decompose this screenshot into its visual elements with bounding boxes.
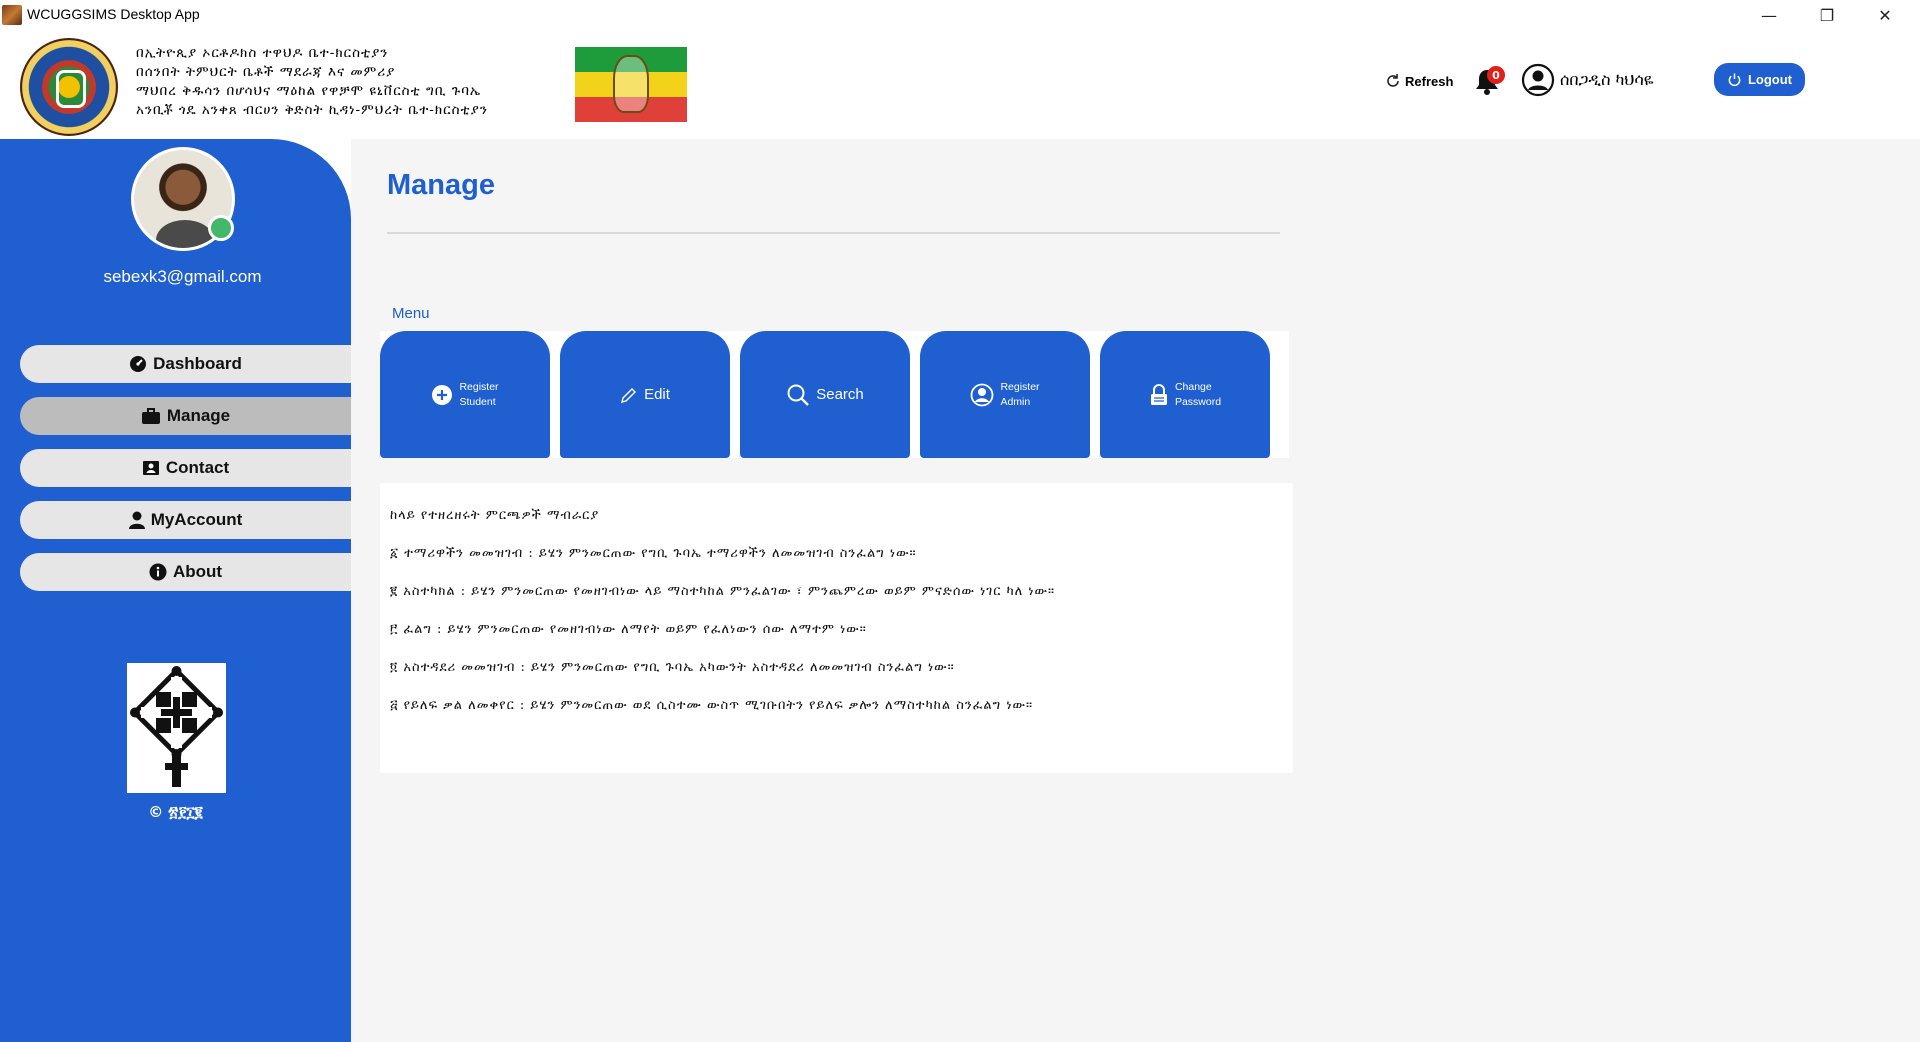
- window-title-bar: WCUGGSIMS Desktop App — ❐ ✕: [0, 0, 1920, 30]
- minimize-button[interactable]: —: [1740, 0, 1798, 30]
- user-name: ሰበጋዲስ ካህሳዬ: [1560, 70, 1654, 89]
- nav-dashboard[interactable]: Dashboard: [20, 345, 351, 383]
- title-divider: [387, 232, 1280, 234]
- plus-circle-icon: [432, 384, 453, 405]
- info-icon: [149, 563, 167, 581]
- dashboard-icon: [130, 356, 147, 372]
- logout-label: Logout: [1747, 72, 1793, 87]
- search-tile[interactable]: Search: [740, 331, 910, 458]
- org-line: አንቢቾ ጎዴ አንቀጸ ብርሀን ቅድስት ኪዳነ-ምህረት ቤተ-ክርስቲያ…: [136, 102, 488, 118]
- briefcase-icon: [141, 407, 160, 424]
- tile-label: Change: [1174, 380, 1212, 393]
- sidebar: sebexk3@gmail.com Dashboard Manage Conta…: [0, 139, 351, 1042]
- user-circle-icon: [971, 383, 994, 406]
- nav-label: About: [172, 562, 223, 581]
- contact-card-icon: [142, 461, 159, 475]
- nav-label: Dashboard: [153, 354, 242, 373]
- nav-label: Manage: [166, 406, 231, 425]
- organization-name: በኢትዮጲያ ኦርቶዶክስ ተዋህዶ ቤተ-ክርስቲያን በሰንበት ትምህርት…: [136, 44, 488, 120]
- menu-description-panel: ከላይ የተዘረዘሩት ምርጫዎች ማብራርያ ፩ ተማሪዋችን መመዝገብ :…: [380, 483, 1293, 773]
- description-line: ፭ የይለፍ ቃል ለመቀየር : ይሄን ምንመርጠው ወደ ሲስተሙ ውስጥ…: [390, 698, 1034, 713]
- power-icon: [1728, 73, 1741, 87]
- nav-about[interactable]: About: [20, 553, 351, 591]
- page-title: Manage: [387, 169, 495, 201]
- user-email: sebexk3@gmail.com: [103, 267, 262, 286]
- org-line: በሰንበት ትምህርት ቤቶች ማደራጃ እና መምሪያ: [136, 64, 396, 80]
- change-password-tile[interactable]: Change Password: [1100, 331, 1270, 458]
- window-title: WCUGGSIMS Desktop App: [27, 6, 200, 22]
- nav-contact[interactable]: Contact: [20, 449, 351, 487]
- ethiopian-flag: [575, 47, 687, 122]
- main-content: Manage Menu Register Student Edit Search: [351, 139, 1920, 1042]
- maximize-button[interactable]: ❐: [1798, 0, 1856, 30]
- description-heading: ከላይ የተዘረዘሩት ምርጫዎች ማብራርያ: [390, 508, 600, 523]
- description-line: ፬ አስተዳደሪ መመዝገብ : ይሄን ምንመርጠው የግቢ ጉባኤ አካውን…: [390, 660, 955, 675]
- organization-logo: [20, 38, 118, 136]
- app-icon: [2, 5, 22, 25]
- org-line: በኢትዮጲያ ኦርቶዶክስ ተዋህዶ ቤተ-ክርስቲያን: [136, 45, 389, 61]
- tile-label: Search: [816, 386, 864, 403]
- refresh-label: Refresh: [1405, 73, 1454, 89]
- tile-label: Register: [1000, 380, 1040, 393]
- register-admin-tile[interactable]: Register Admin: [920, 331, 1090, 458]
- menu-label: Menu: [392, 305, 430, 322]
- tile-label: Register: [459, 380, 499, 393]
- edit-tile[interactable]: Edit: [560, 331, 730, 458]
- tile-label: Password: [1174, 395, 1222, 408]
- app-header: በኢትዮጲያ ኦርቶዶክስ ተዋህዶ ቤተ-ክርስቲያን በሰንበት ትምህርት…: [0, 30, 1920, 139]
- ethiopian-cross-image: [127, 663, 226, 793]
- description-line: ፪ አስተካክል : ይሄን ምንመርጠው የመዘገብነው ላይ ማስተካከል …: [390, 584, 1056, 599]
- online-status-indicator: [208, 215, 234, 241]
- user-icon: [128, 511, 145, 529]
- copyright-text: © ፳፻፲፪: [148, 803, 203, 821]
- nav-manage[interactable]: Manage: [20, 397, 351, 435]
- org-line: ማህበረ ቅዱሳን በሆሳህና ማዕከል የዋቻሞ ዩኒቨርስቲ ግቢ ጉባኤ: [136, 83, 482, 99]
- refresh-icon: [1387, 74, 1399, 87]
- lock-icon: [1150, 383, 1167, 405]
- close-button[interactable]: ✕: [1856, 0, 1914, 30]
- tile-label: Admin: [1000, 395, 1031, 408]
- notification-count-badge: 0: [1487, 66, 1505, 84]
- tile-label: Edit: [644, 386, 670, 403]
- search-icon: [787, 384, 810, 406]
- menu-tiles: Register Student Edit Search Register Ad…: [380, 331, 1289, 458]
- register-student-tile[interactable]: Register Student: [380, 331, 550, 458]
- logout-button[interactable]: Logout: [1714, 63, 1805, 96]
- user-avatar-icon[interactable]: [1521, 63, 1555, 97]
- refresh-button[interactable]: Refresh: [1385, 73, 1453, 89]
- description-line: ፫ ፈልግ : ይሄን ምንመርጠው የመዘገብነው ለማየት ወይም የፈለነ…: [390, 622, 867, 637]
- nav-label: MyAccount: [150, 510, 243, 529]
- nav-myaccount[interactable]: MyAccount: [20, 501, 351, 539]
- description-line: ፩ ተማሪዋችን መመዝገብ : ይሄን ምንመርጠው የግቢ ጉባኤ ተማሪዋ…: [390, 546, 917, 561]
- nav-label: Contact: [165, 458, 230, 477]
- lion-emblem-icon: [613, 55, 649, 113]
- tile-label: Student: [459, 395, 496, 408]
- pencil-icon: [621, 387, 637, 403]
